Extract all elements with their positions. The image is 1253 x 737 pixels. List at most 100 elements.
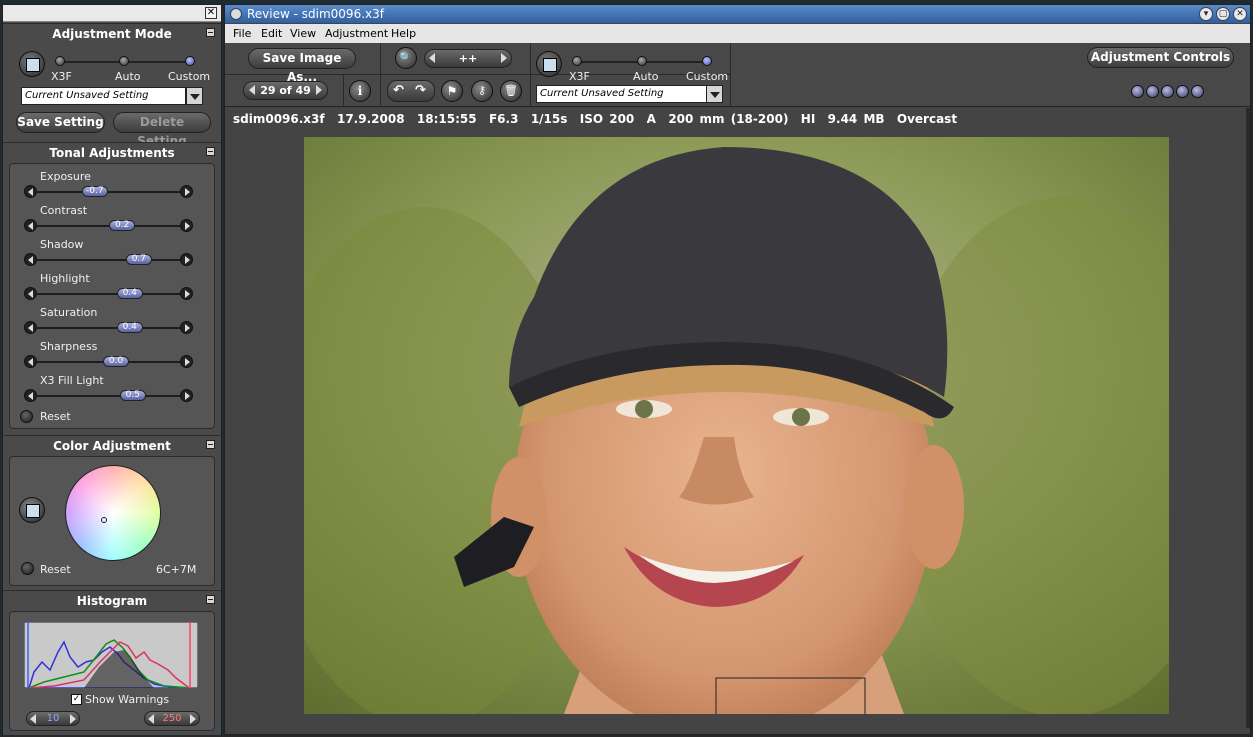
rating-star-4[interactable] bbox=[1176, 85, 1189, 98]
tonal-collapse-icon[interactable] bbox=[206, 147, 215, 156]
toolbar-mode-label-auto: Auto bbox=[633, 70, 659, 83]
slider-thumb[interactable]: 0.2 bbox=[109, 220, 136, 231]
slider-increase-icon[interactable] bbox=[180, 321, 193, 334]
histogram-low-value: 10 bbox=[46, 713, 60, 724]
slider-track[interactable] bbox=[34, 395, 186, 397]
slider-increase-icon[interactable] bbox=[180, 389, 193, 402]
color-panel: Reset 6C+7M bbox=[9, 456, 215, 586]
photo-preview[interactable] bbox=[304, 137, 1169, 714]
zoom-out-left-icon[interactable] bbox=[429, 53, 435, 63]
menu-help[interactable]: Help bbox=[391, 27, 416, 40]
mode-auto-dot[interactable] bbox=[119, 56, 129, 66]
toolbar-mode-reset-icon[interactable] bbox=[536, 51, 562, 77]
color-collapse-icon[interactable] bbox=[206, 440, 215, 449]
rating-star-3[interactable] bbox=[1161, 85, 1174, 98]
rotate-right-icon[interactable]: ↷ bbox=[415, 82, 426, 99]
histogram-low-right-icon[interactable] bbox=[70, 714, 76, 724]
save-image-as-button[interactable]: Save Image As... bbox=[248, 48, 356, 84]
palette-close-icon[interactable]: ✕ bbox=[205, 7, 217, 19]
rating-star-5[interactable] bbox=[1191, 85, 1204, 98]
setting-select-chevron-down-icon[interactable] bbox=[186, 87, 203, 105]
color-adjustment-title: Color Adjustment bbox=[53, 439, 171, 453]
image-counter: 29 of 49 bbox=[260, 84, 311, 97]
zoom-icon[interactable]: 🔍 bbox=[395, 47, 417, 69]
zoom-level: ++ bbox=[458, 52, 478, 65]
info-icon[interactable]: i bbox=[349, 80, 371, 102]
mode-custom-dot[interactable] bbox=[185, 56, 195, 66]
toolbar-divider bbox=[343, 74, 344, 106]
close-icon[interactable]: ✕ bbox=[1233, 7, 1247, 21]
adjustment-controls-button[interactable]: Adjustment Controls bbox=[1087, 47, 1234, 68]
previous-image-icon[interactable] bbox=[249, 85, 255, 95]
delete-setting-button[interactable]: Delete Setting bbox=[113, 112, 211, 148]
vertical-scrollbar[interactable] bbox=[1246, 108, 1250, 728]
menu-edit[interactable]: Edit bbox=[261, 27, 282, 40]
slider-thumb[interactable]: 0.7 bbox=[125, 254, 152, 265]
slider-track[interactable] bbox=[34, 259, 186, 261]
menu-adjustment[interactable]: Adjustment bbox=[325, 27, 388, 40]
zoom-in-right-icon[interactable] bbox=[501, 53, 507, 63]
tonal-sliders-panel: Exposure -0.7 Contrast 0.2 Shadow 0.7 Highligh… bbox=[9, 163, 215, 429]
mode-x3f-dot[interactable] bbox=[55, 56, 65, 66]
info-shutter: 1/15s bbox=[530, 112, 568, 126]
slider-increase-icon[interactable] bbox=[180, 185, 193, 198]
slider-thumb[interactable]: 0.4 bbox=[116, 322, 143, 333]
info-mode: A bbox=[646, 112, 656, 126]
slider-increase-icon[interactable] bbox=[180, 219, 193, 232]
toolbar-setting-select[interactable]: Current Unsaved Setting bbox=[536, 85, 707, 103]
rotate-buttons[interactable]: ↶ ↷ bbox=[387, 80, 435, 102]
rating-star-2[interactable] bbox=[1146, 85, 1159, 98]
slider-thumb[interactable]: 0.5 bbox=[119, 390, 146, 401]
rating-star-1[interactable] bbox=[1131, 85, 1144, 98]
trash-icon[interactable]: 🗑 bbox=[500, 80, 522, 102]
maximize-icon[interactable]: ▢ bbox=[1216, 7, 1230, 21]
menu-file[interactable]: File bbox=[233, 27, 251, 40]
toolbar-mode-x3f-dot[interactable] bbox=[572, 56, 582, 66]
show-warnings-checkbox[interactable]: ✓ bbox=[71, 694, 82, 705]
slider-track[interactable] bbox=[34, 293, 186, 295]
slider-thumb[interactable]: 0.4 bbox=[116, 288, 143, 299]
histogram-high-stepper[interactable]: 250 bbox=[144, 711, 200, 726]
menu-view[interactable]: View bbox=[290, 27, 316, 40]
slider-thumb[interactable]: -0.7 bbox=[81, 186, 108, 197]
color-reset-radio[interactable] bbox=[21, 562, 34, 575]
rotate-left-icon[interactable]: ↶ bbox=[393, 82, 404, 99]
show-warnings-label: Show Warnings bbox=[85, 693, 170, 706]
slider-increase-icon[interactable] bbox=[180, 253, 193, 266]
setting-select[interactable]: Current Unsaved Setting bbox=[21, 87, 186, 105]
histogram-high-right-icon[interactable] bbox=[190, 714, 196, 724]
menu-bar: File Edit View Adjustment Help bbox=[225, 24, 1250, 43]
adjustment-mode-collapse-icon[interactable] bbox=[206, 28, 215, 37]
image-info-bar: sdim0096.x3f 17.9.2008 18:15:55 F6.3 1/1… bbox=[225, 108, 1250, 130]
toolbar-mode-custom-dot[interactable] bbox=[702, 56, 712, 66]
mode-reset-icon[interactable] bbox=[19, 51, 45, 77]
flag-icon[interactable]: ⚑ bbox=[441, 80, 463, 102]
histogram-high-left-icon[interactable] bbox=[148, 714, 154, 724]
mode-label-x3f: X3F bbox=[51, 70, 72, 83]
mode-label-auto: Auto bbox=[115, 70, 141, 83]
slider-label-0: Exposure bbox=[40, 170, 91, 183]
tonal-reset-radio[interactable] bbox=[20, 410, 33, 423]
color-wheel[interactable] bbox=[65, 465, 161, 561]
minimize-icon[interactable]: ▾ bbox=[1199, 7, 1213, 21]
slider-track[interactable] bbox=[34, 191, 186, 193]
toolbar-mode-label-x3f: X3F bbox=[569, 70, 590, 83]
histogram-collapse-icon[interactable] bbox=[206, 595, 215, 604]
histogram-low-stepper[interactable]: 10 bbox=[26, 711, 80, 726]
slider-thumb[interactable]: 0.0 bbox=[103, 356, 130, 367]
next-image-icon[interactable] bbox=[316, 85, 322, 95]
info-white-balance: Overcast bbox=[896, 112, 958, 126]
eyedropper-icon[interactable] bbox=[19, 497, 45, 523]
toolbar-setting-chevron-down-icon[interactable] bbox=[706, 85, 723, 103]
slider-increase-icon[interactable] bbox=[180, 355, 193, 368]
toolbar-mode-auto-dot[interactable] bbox=[637, 56, 647, 66]
zoom-stepper[interactable]: ++ bbox=[424, 49, 512, 68]
slider-track[interactable] bbox=[34, 327, 186, 329]
slider-label-3: Highlight bbox=[40, 272, 90, 285]
histogram-low-left-icon[interactable] bbox=[30, 714, 36, 724]
save-setting-button[interactable]: Save Setting bbox=[16, 112, 105, 133]
lock-key-icon[interactable]: ⚷ bbox=[471, 80, 493, 102]
color-wheel-marker[interactable] bbox=[101, 517, 107, 523]
image-counter-stepper[interactable]: 29 of 49 bbox=[243, 81, 328, 100]
slider-increase-icon[interactable] bbox=[180, 287, 193, 300]
